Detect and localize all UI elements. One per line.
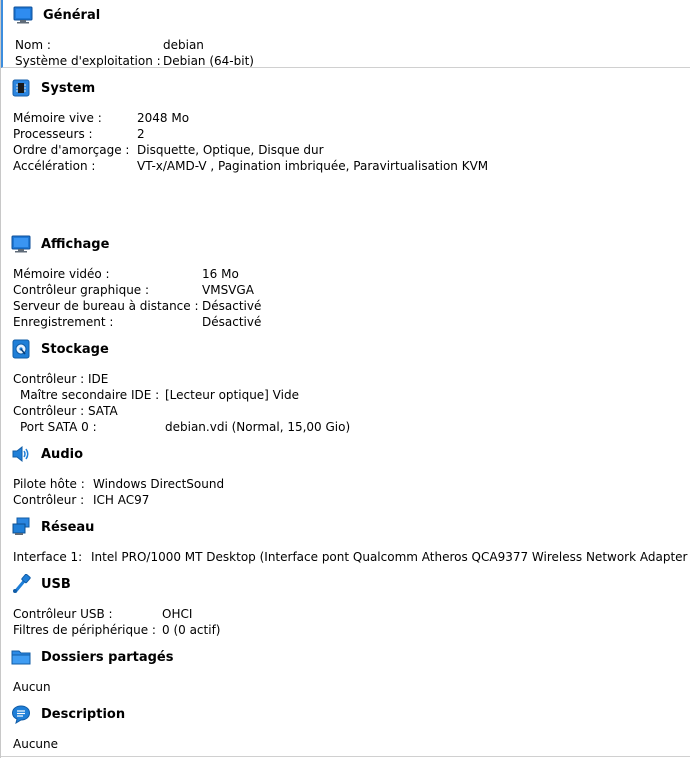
info-value: Disquette, Optique, Disque dur bbox=[137, 143, 324, 157]
storage-icon bbox=[11, 339, 31, 359]
section-title: Réseau bbox=[41, 519, 95, 535]
section-title: Stockage bbox=[41, 341, 109, 357]
section-audio[interactable]: Audio Pilote hôte : Windows DirectSound … bbox=[1, 439, 690, 513]
info-label: Contrôleur USB : bbox=[13, 607, 113, 621]
section-header-description[interactable]: Description bbox=[11, 704, 126, 725]
info-value: ICH AC97 bbox=[93, 493, 150, 507]
info-label: Filtres de périphérique : bbox=[13, 623, 156, 637]
section-header-shared-folders[interactable]: Dossiers partagés bbox=[11, 647, 173, 667]
info-label: Processeurs : bbox=[13, 127, 93, 141]
info-label: Interface 1: bbox=[13, 550, 83, 564]
info-label: Contrôleur graphique : bbox=[13, 283, 150, 297]
section-description[interactable]: Description Aucune bbox=[1, 699, 690, 757]
section-header-storage[interactable]: Stockage bbox=[11, 339, 109, 359]
section-title: Description bbox=[41, 706, 126, 722]
section-header-usb[interactable]: USB bbox=[11, 573, 71, 594]
monitor-icon bbox=[13, 5, 33, 25]
display-icon bbox=[11, 234, 31, 254]
info-label: Port SATA 0 : bbox=[20, 420, 97, 434]
info-label: Pilote hôte : bbox=[13, 477, 85, 491]
info-value: 2048 Mo bbox=[137, 111, 190, 125]
info-value: 16 Mo bbox=[202, 267, 239, 281]
info-text: Contrôleur : IDE bbox=[13, 372, 109, 386]
section-header-general[interactable]: Général bbox=[13, 5, 100, 25]
section-header-display[interactable]: Affichage bbox=[11, 234, 109, 254]
info-value: [Lecteur optique] Vide bbox=[165, 388, 299, 402]
usb-icon bbox=[11, 573, 31, 594]
info-row: Contrôleur : IDE bbox=[13, 371, 108, 387]
info-row: Contrôleur : SATA bbox=[13, 403, 118, 419]
info-text: Contrôleur : SATA bbox=[13, 404, 118, 418]
info-label: Système d'exploitation : bbox=[15, 54, 161, 68]
info-label: Mémoire vive : bbox=[13, 111, 102, 125]
info-row: Aucune bbox=[13, 736, 58, 752]
info-label: Contrôleur : bbox=[13, 493, 85, 507]
info-label: Serveur de bureau à distance : bbox=[13, 299, 199, 313]
info-label: Nom : bbox=[15, 38, 51, 52]
section-system[interactable]: System Mémoire vive : 2048 Mo Processeur… bbox=[1, 73, 690, 230]
section-title: System bbox=[41, 80, 96, 96]
section-network[interactable]: Réseau Interface 1: Intel PRO/1000 MT De… bbox=[1, 512, 690, 570]
info-value: Windows DirectSound bbox=[93, 477, 225, 491]
info-value: 2 bbox=[137, 127, 145, 141]
info-label: Ordre d'amorçage : bbox=[13, 143, 130, 157]
section-usb[interactable]: USB Contrôleur USB : OHCI Filtres de pér… bbox=[1, 569, 690, 643]
speech-bubble-icon bbox=[11, 704, 31, 725]
section-title: USB bbox=[41, 576, 71, 592]
vm-details-panel: Général Nom : debian Système d'exploitat… bbox=[0, 0, 690, 758]
info-label: Maître secondaire IDE : bbox=[20, 388, 160, 402]
section-title: Général bbox=[43, 7, 101, 23]
section-title: Audio bbox=[41, 446, 84, 462]
section-storage[interactable]: Stockage Contrôleur : IDE Maître seconda… bbox=[1, 334, 690, 440]
info-label: Accélération : bbox=[13, 159, 96, 173]
section-display[interactable]: Affichage Mémoire vidéo : 16 Mo Contrôle… bbox=[1, 229, 690, 335]
info-value: debian bbox=[163, 38, 204, 52]
section-header-network[interactable]: Réseau bbox=[11, 517, 94, 537]
section-title: Dossiers partagés bbox=[41, 649, 174, 665]
info-value: Debian (64-bit) bbox=[163, 54, 254, 68]
section-general[interactable]: Général Nom : debian Système d'exploitat… bbox=[1, 0, 690, 68]
section-header-system[interactable]: System bbox=[11, 78, 95, 98]
info-row: Aucun bbox=[13, 679, 51, 695]
section-title: Affichage bbox=[41, 236, 110, 252]
info-text: Aucune bbox=[13, 737, 59, 751]
folder-icon bbox=[11, 647, 31, 667]
speaker-icon bbox=[11, 444, 31, 464]
section-shared-folders[interactable]: Dossiers partagés Aucun bbox=[1, 642, 690, 700]
info-value: OHCI bbox=[162, 607, 193, 621]
info-value: Désactivé bbox=[202, 299, 262, 313]
info-label: Enregistrement : bbox=[13, 315, 114, 329]
info-label: Mémoire vidéo : bbox=[13, 267, 110, 281]
info-value: Désactivé bbox=[202, 315, 262, 329]
info-text: Aucun bbox=[13, 680, 51, 694]
info-value: VMSVGA bbox=[202, 283, 254, 297]
info-value: debian.vdi (Normal, 15,00 Gio) bbox=[165, 420, 351, 434]
chip-icon bbox=[11, 78, 31, 98]
info-value: Intel PRO/1000 MT Desktop (Interface pon… bbox=[91, 550, 690, 564]
info-value: 0 (0 actif) bbox=[162, 623, 221, 637]
network-icon bbox=[11, 517, 31, 537]
section-header-audio[interactable]: Audio bbox=[11, 444, 83, 464]
info-value: VT-x/AMD-V , Pagination imbriquée, Parav… bbox=[137, 159, 489, 173]
